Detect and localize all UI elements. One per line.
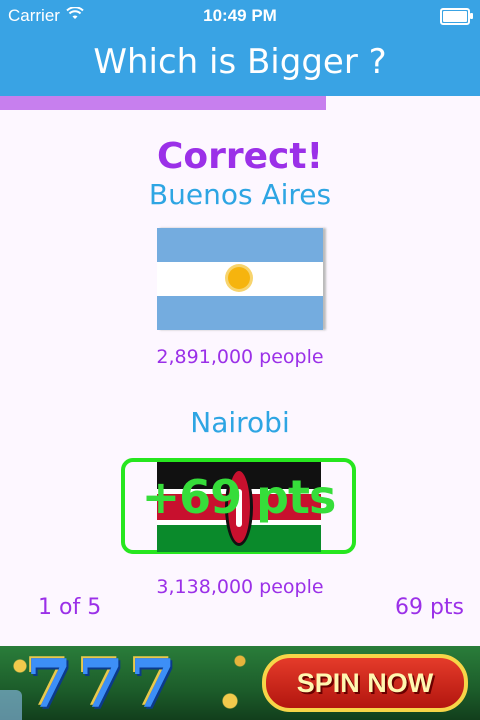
argentina-flag[interactable] (157, 228, 323, 330)
page-title: Which is Bigger ? (0, 32, 480, 96)
adchoices-icon[interactable] (0, 690, 22, 720)
spin-now-button[interactable]: SPIN NOW (262, 654, 468, 712)
battery-icon (440, 8, 473, 25)
city-name-top: Buenos Aires (148, 178, 332, 211)
sun-icon (228, 267, 250, 289)
status-time: 10:49 PM (203, 6, 277, 25)
progress-fill (0, 96, 327, 110)
slot-sevens: 777 (26, 646, 182, 720)
ad-banner[interactable]: 777 SPIN NOW (0, 646, 480, 720)
status-bar: Carrier 10:49 PM (0, 0, 480, 32)
round-counter: 1 of 5 (38, 595, 102, 620)
result-label: Correct! (156, 136, 324, 177)
city-name-bottom: Nairobi (190, 406, 290, 439)
progress-bar (0, 96, 480, 110)
points-award: +69 pts (141, 470, 337, 524)
population-top: 2,891,000 people (156, 346, 324, 368)
score-label: 69 pts (394, 595, 464, 620)
